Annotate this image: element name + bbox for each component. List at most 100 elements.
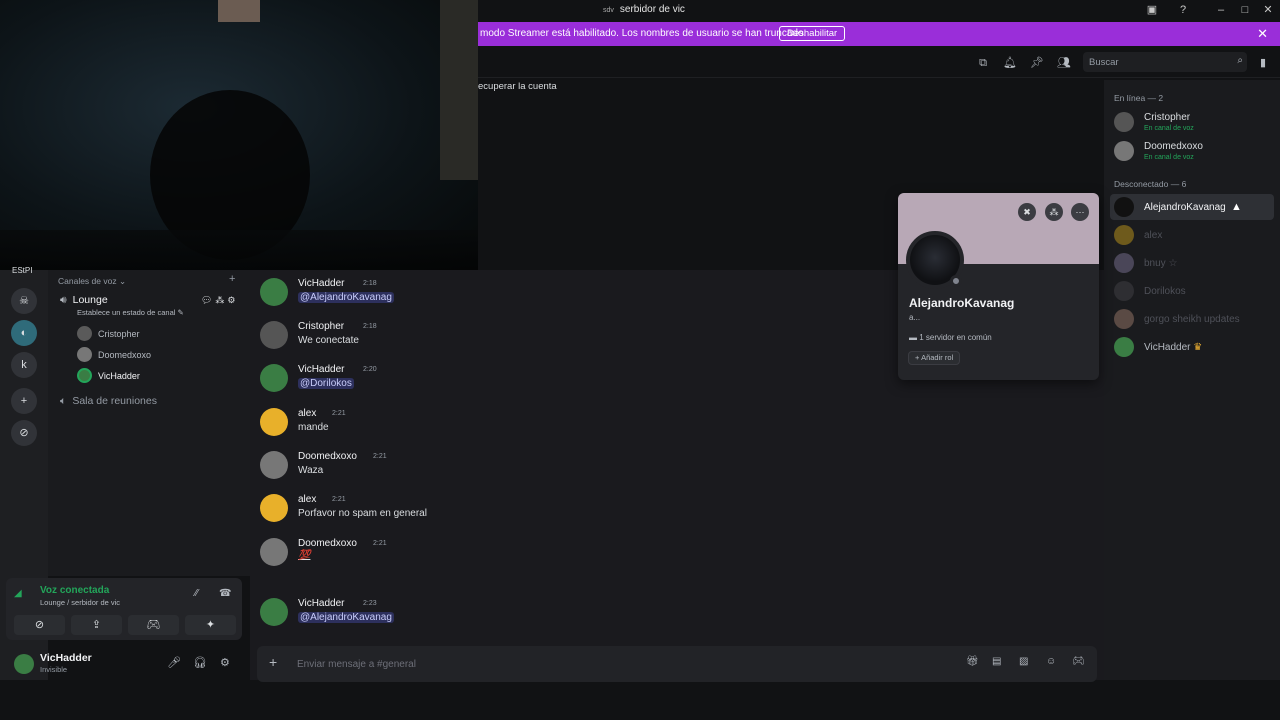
message[interactable]: alex 2:21 Porfavor no spam en general bbox=[260, 494, 900, 534]
message-author[interactable]: alex bbox=[298, 494, 316, 505]
search-box[interactable]: ⌕ bbox=[1083, 52, 1247, 72]
add-role-button[interactable]: + Añadir rol bbox=[908, 351, 961, 365]
channel-status[interactable]: Establece un estado de canal ✎ bbox=[77, 308, 184, 317]
discover-icon[interactable]: ⊘ bbox=[11, 420, 37, 446]
noise-suppression-icon[interactable]: ⁄⁄ bbox=[195, 588, 198, 599]
remove-friend-icon[interactable]: ✖ bbox=[1018, 203, 1036, 221]
message[interactable]: VicHadder 2:23 @AlejandroKavanag bbox=[260, 598, 900, 638]
member-item[interactable]: Dorilokos bbox=[1110, 278, 1274, 304]
message-author[interactable]: VicHadder bbox=[298, 364, 345, 375]
disconnect-icon[interactable]: ☎ bbox=[219, 588, 231, 599]
webcam-overlay bbox=[0, 0, 478, 270]
user-mention[interactable]: @AlejandroKavanag bbox=[298, 612, 394, 623]
voice-connected-subtitle[interactable]: Lounge / serbidor de vic bbox=[40, 598, 120, 607]
avatar bbox=[1114, 337, 1134, 357]
soundboard-button[interactable]: ✦ bbox=[185, 615, 236, 635]
message-time: 2:23 bbox=[363, 600, 377, 607]
search-input[interactable] bbox=[1083, 52, 1223, 72]
sticker-icon[interactable]: ▨ bbox=[1019, 656, 1028, 667]
message-author[interactable]: alex bbox=[298, 408, 316, 419]
online-header: En línea — 2 bbox=[1114, 93, 1164, 103]
apps-icon[interactable]: 🎮︎ bbox=[1072, 656, 1085, 667]
add-server-icon[interactable]: + bbox=[11, 388, 37, 414]
message[interactable]: Doomedxoxo 2:21 💯 bbox=[260, 538, 900, 578]
disable-streamer-button[interactable]: Deshabilitar bbox=[779, 26, 846, 41]
server-label: EStPI bbox=[12, 266, 33, 275]
member-item[interactable]: Cristopher En canal de voz bbox=[1110, 109, 1274, 135]
threads-icon[interactable]: ⧉ bbox=[976, 56, 990, 70]
message-author[interactable]: VicHadder bbox=[298, 278, 345, 289]
screen-share-button[interactable]: ⇪ bbox=[71, 615, 122, 635]
voice-channel-meeting[interactable]: 🔈︎ Sala de reuniones bbox=[60, 395, 157, 408]
gif-icon[interactable]: ▤ bbox=[992, 656, 1001, 667]
avatar[interactable] bbox=[260, 451, 288, 479]
discord-app: sdv serbidor de vic ▣ ? – □ ✕ modo Stream… bbox=[0, 0, 1280, 720]
server-k[interactable]: k bbox=[11, 352, 37, 378]
members-icon[interactable]: 👥︎ bbox=[1057, 56, 1071, 70]
message-input[interactable] bbox=[297, 654, 897, 674]
voice-category[interactable]: Canales de voz ⌄ bbox=[58, 276, 126, 287]
message[interactable]: VicHadder 2:20 @Dorilokos bbox=[260, 364, 900, 404]
avatar[interactable] bbox=[14, 654, 34, 674]
message[interactable]: Cristopher 2:18 We conectate bbox=[260, 321, 900, 361]
mutual-servers[interactable]: ▬ 1 servidor en común bbox=[909, 333, 992, 342]
user-mention[interactable]: @Dorilokos bbox=[298, 378, 354, 389]
server-planet[interactable]: ◐ bbox=[11, 320, 37, 346]
bookmark-icon[interactable]: ▮ bbox=[1256, 56, 1270, 70]
help-icon[interactable]: ? bbox=[1176, 3, 1190, 17]
voice-status: En canal de voz bbox=[1144, 125, 1194, 132]
bell-icon[interactable]: 🔔︎ bbox=[1003, 56, 1017, 70]
emoji-icon[interactable]: ☺ bbox=[1046, 656, 1056, 667]
avatar[interactable] bbox=[260, 278, 288, 306]
inbox-icon[interactable]: ▣ bbox=[1145, 3, 1159, 17]
message-author[interactable]: Doomedxoxo bbox=[298, 451, 357, 462]
avatar[interactable] bbox=[260, 538, 288, 566]
message-time: 2:21 bbox=[332, 410, 346, 417]
message[interactable]: VicHadder 2:18 @AlejandroKavanag bbox=[260, 278, 900, 318]
member-item[interactable]: bnuy ☆ bbox=[1110, 250, 1274, 276]
close-banner-icon[interactable]: ✕ bbox=[1257, 26, 1268, 42]
member-item[interactable]: Doomedxoxo En canal de voz bbox=[1110, 138, 1274, 164]
message[interactable]: Doomedxoxo 2:21 Waza bbox=[260, 451, 900, 491]
activity-button[interactable]: 🎮︎ bbox=[128, 615, 179, 635]
offline-header: Desconectado — 6 bbox=[1114, 179, 1187, 189]
voice-connected-panel: ◢ Voz conectada Lounge / serbidor de vic… bbox=[6, 578, 242, 640]
server-skull[interactable]: ☠ bbox=[11, 288, 37, 314]
user-name: VicHadder bbox=[40, 652, 92, 664]
settings-gear-icon[interactable]: ⚙ bbox=[220, 656, 230, 669]
message-author[interactable]: VicHadder bbox=[298, 598, 345, 609]
signal-icon[interactable]: ◢ bbox=[14, 588, 28, 602]
avatar[interactable] bbox=[260, 598, 288, 626]
avatar[interactable] bbox=[260, 364, 288, 392]
voice-channel-lounge[interactable]: 🔊︎ Lounge bbox=[60, 294, 108, 307]
gift-icon[interactable]: 🎁︎ bbox=[966, 656, 979, 667]
message-author[interactable]: Doomedxoxo bbox=[298, 538, 357, 549]
member-item[interactable]: alex bbox=[1110, 222, 1274, 248]
member-item[interactable]: VicHadder ♛ bbox=[1110, 334, 1274, 360]
avatar[interactable] bbox=[260, 321, 288, 349]
more-options-icon[interactable]: ⋯ bbox=[1071, 203, 1089, 221]
pin-icon[interactable]: 📌︎ bbox=[1030, 56, 1044, 70]
maximize-icon[interactable]: □ bbox=[1238, 3, 1252, 17]
avatar bbox=[77, 368, 92, 383]
avatar bbox=[77, 347, 92, 362]
add-attachment-icon[interactable]: + bbox=[269, 654, 277, 670]
message-text: Waza bbox=[298, 465, 324, 476]
avatar bbox=[1114, 197, 1134, 217]
avatar[interactable] bbox=[260, 408, 288, 436]
headphones-icon[interactable]: 🎧︎ bbox=[193, 656, 207, 669]
add-channel-icon[interactable]: + bbox=[229, 273, 235, 285]
member-item-selected[interactable]: AlejandroKavanag bbox=[1110, 194, 1274, 220]
avatar[interactable] bbox=[260, 494, 288, 522]
user-mention[interactable]: @AlejandroKavanag bbox=[298, 292, 394, 303]
close-window-icon[interactable]: ✕ bbox=[1261, 3, 1275, 17]
member-item[interactable]: gorgo sheikh updates bbox=[1110, 306, 1274, 332]
add-friend-icon[interactable]: ⁂ bbox=[1045, 203, 1063, 221]
microphone-icon[interactable]: 🎤︎ bbox=[167, 656, 181, 669]
channel-actions[interactable]: 💬︎⁂⚙ bbox=[201, 295, 239, 306]
camera-button[interactable]: ⊘ bbox=[14, 615, 65, 635]
message[interactable]: alex 2:21 mande bbox=[260, 408, 900, 448]
message-author[interactable]: Cristopher bbox=[298, 321, 344, 332]
avatar bbox=[1114, 309, 1134, 329]
minimize-icon[interactable]: – bbox=[1214, 3, 1228, 17]
